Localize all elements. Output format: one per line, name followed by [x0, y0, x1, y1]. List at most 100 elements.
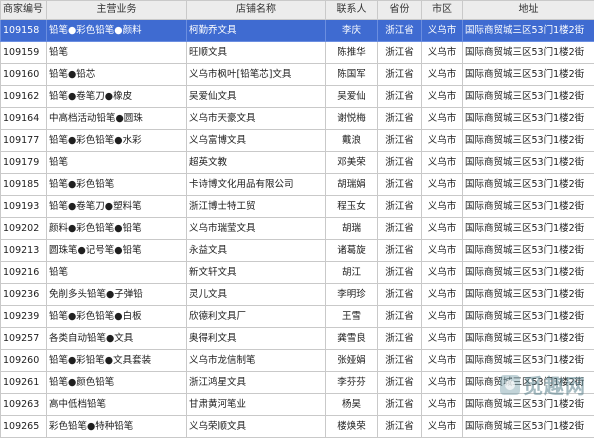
cell-address[interactable]: 国际商贸城三区53门1楼2街	[463, 350, 594, 372]
cell-business[interactable]: 各类自动铅笔●文具	[47, 328, 187, 350]
cell-city[interactable]: 义乌市	[422, 350, 463, 372]
cell-province[interactable]: 浙江省	[378, 20, 422, 42]
cell-shop[interactable]: 吴爱仙文具	[187, 86, 326, 108]
cell-city[interactable]: 义乌市	[422, 218, 463, 240]
cell-city[interactable]: 义乌市	[422, 42, 463, 64]
column-header[interactable]: 商家编号	[1, 1, 47, 20]
cell-province[interactable]: 浙江省	[378, 416, 422, 438]
column-header[interactable]: 省份	[378, 1, 422, 20]
cell-contact[interactable]: 李明珍	[326, 284, 378, 306]
cell-province[interactable]: 浙江省	[378, 86, 422, 108]
cell-province[interactable]: 浙江省	[378, 196, 422, 218]
cell-contact[interactable]: 李芬芬	[326, 372, 378, 394]
cell-id[interactable]: 109261	[1, 372, 47, 394]
cell-id[interactable]: 109260	[1, 350, 47, 372]
cell-shop[interactable]: 义乌市瑞莹文具	[187, 218, 326, 240]
table-row[interactable]: 109162铅笔●卷笔刀●橡皮吴爱仙文具吴爱仙浙江省义乌市国际商贸城三区53门1…	[1, 86, 594, 108]
cell-business[interactable]: 颜料●彩色铅笔●铅笔	[47, 218, 187, 240]
cell-province[interactable]: 浙江省	[378, 152, 422, 174]
cell-address[interactable]: 国际商贸城三区53门1楼2街	[463, 174, 594, 196]
cell-contact[interactable]: 李庆	[326, 20, 378, 42]
cell-shop[interactable]: 新文轩文具	[187, 262, 326, 284]
cell-business[interactable]: 铅笔●彩色铅笔●颜料	[47, 20, 187, 42]
column-header[interactable]: 市区	[422, 1, 463, 20]
cell-city[interactable]: 义乌市	[422, 64, 463, 86]
cell-id[interactable]: 109202	[1, 218, 47, 240]
cell-shop[interactable]: 浙江博士特工贸	[187, 196, 326, 218]
cell-shop[interactable]: 义乌市枫叶[铅笔芯]文具	[187, 64, 326, 86]
cell-id[interactable]: 109164	[1, 108, 47, 130]
cell-shop[interactable]: 卡诗博文化用品有限公司	[187, 174, 326, 196]
cell-address[interactable]: 国际商贸城三区53门1楼2街	[463, 152, 594, 174]
cell-contact[interactable]: 胡江	[326, 262, 378, 284]
cell-business[interactable]: 铅笔●彩色铅笔●水彩	[47, 130, 187, 152]
cell-id[interactable]: 109193	[1, 196, 47, 218]
cell-address[interactable]: 国际商贸城三区53门1楼2街	[463, 108, 594, 130]
cell-id[interactable]: 109265	[1, 416, 47, 438]
cell-province[interactable]: 浙江省	[378, 42, 422, 64]
cell-province[interactable]: 浙江省	[378, 130, 422, 152]
cell-contact[interactable]: 龚雪良	[326, 328, 378, 350]
cell-contact[interactable]: 陈推华	[326, 42, 378, 64]
cell-city[interactable]: 义乌市	[422, 306, 463, 328]
table-row[interactable]: 109179铅笔超英文教邓美荣浙江省义乌市国际商贸城三区53门1楼2街	[1, 152, 594, 174]
table-row[interactable]: 109159铅笔旺顺文具陈推华浙江省义乌市国际商贸城三区53门1楼2街	[1, 42, 594, 64]
cell-city[interactable]: 义乌市	[422, 108, 463, 130]
cell-contact[interactable]: 楼焕荣	[326, 416, 378, 438]
cell-business[interactable]: 免削多头铅笔●子弹铅	[47, 284, 187, 306]
table-row[interactable]: 109193铅笔●卷笔刀●塑料笔浙江博士特工贸程玉女浙江省义乌市国际商贸城三区5…	[1, 196, 594, 218]
table-row[interactable]: 109260铅笔●彩铅笔●文具套装义乌市龙信制笔张娅娟浙江省义乌市国际商贸城三区…	[1, 350, 594, 372]
cell-id[interactable]: 109239	[1, 306, 47, 328]
cell-shop[interactable]: 义乌市天豪文具	[187, 108, 326, 130]
table-row[interactable]: 109177铅笔●彩色铅笔●水彩义乌富博文具戴浪浙江省义乌市国际商贸城三区53门…	[1, 130, 594, 152]
cell-business[interactable]: 铅笔●彩色铅笔	[47, 174, 187, 196]
column-header[interactable]: 联系人	[326, 1, 378, 20]
cell-id[interactable]: 109216	[1, 262, 47, 284]
cell-business[interactable]: 彩色铅笔●特种铅笔	[47, 416, 187, 438]
cell-province[interactable]: 浙江省	[378, 262, 422, 284]
table-row[interactable]: 109216铅笔新文轩文具胡江浙江省义乌市国际商贸城三区53门1楼2街	[1, 262, 594, 284]
cell-province[interactable]: 浙江省	[378, 218, 422, 240]
cell-address[interactable]: 国际商贸城三区53门1楼2街	[463, 196, 594, 218]
cell-province[interactable]: 浙江省	[378, 174, 422, 196]
cell-shop[interactable]: 义乌市龙信制笔	[187, 350, 326, 372]
cell-contact[interactable]: 程玉女	[326, 196, 378, 218]
cell-business[interactable]: 铅笔	[47, 262, 187, 284]
cell-contact[interactable]: 陈国军	[326, 64, 378, 86]
cell-province[interactable]: 浙江省	[378, 350, 422, 372]
cell-address[interactable]: 国际商贸城三区53门1楼2街	[463, 86, 594, 108]
cell-province[interactable]: 浙江省	[378, 306, 422, 328]
cell-shop[interactable]: 灵儿文具	[187, 284, 326, 306]
cell-city[interactable]: 义乌市	[422, 20, 463, 42]
table-row[interactable]: 109202颜料●彩色铅笔●铅笔义乌市瑞莹文具胡瑞浙江省义乌市国际商贸城三区53…	[1, 218, 594, 240]
cell-shop[interactable]: 浙江鸿星文具	[187, 372, 326, 394]
cell-contact[interactable]: 邓美荣	[326, 152, 378, 174]
table-row[interactable]: 109257各类自动铅笔●文具奥得利文具龚雪良浙江省义乌市国际商贸城三区53门1…	[1, 328, 594, 350]
cell-city[interactable]: 义乌市	[422, 262, 463, 284]
cell-city[interactable]: 义乌市	[422, 284, 463, 306]
cell-contact[interactable]: 谢悦梅	[326, 108, 378, 130]
cell-id[interactable]: 109162	[1, 86, 47, 108]
cell-business[interactable]: 铅笔●颜色铅笔	[47, 372, 187, 394]
cell-contact[interactable]: 王雪	[326, 306, 378, 328]
cell-city[interactable]: 义乌市	[422, 152, 463, 174]
cell-shop[interactable]: 永益文具	[187, 240, 326, 262]
cell-city[interactable]: 义乌市	[422, 328, 463, 350]
cell-business[interactable]: 铅笔	[47, 42, 187, 64]
cell-city[interactable]: 义乌市	[422, 196, 463, 218]
cell-city[interactable]: 义乌市	[422, 130, 463, 152]
cell-business[interactable]: 圆珠笔●记号笔●铅笔	[47, 240, 187, 262]
cell-shop[interactable]: 义乌荣顺文具	[187, 416, 326, 438]
cell-id[interactable]: 109160	[1, 64, 47, 86]
cell-business[interactable]: 铅笔	[47, 152, 187, 174]
cell-city[interactable]: 义乌市	[422, 86, 463, 108]
cell-business[interactable]: 铅笔●卷笔刀●橡皮	[47, 86, 187, 108]
cell-address[interactable]: 国际商贸城三区53门1楼2街	[463, 240, 594, 262]
cell-shop[interactable]: 柯勤乔文具	[187, 20, 326, 42]
cell-address[interactable]: 国际商贸城三区53门1楼2街	[463, 20, 594, 42]
cell-province[interactable]: 浙江省	[378, 64, 422, 86]
table-row[interactable]: 109185铅笔●彩色铅笔卡诗博文化用品有限公司胡瑞娟浙江省义乌市国际商贸城三区…	[1, 174, 594, 196]
cell-address[interactable]: 国际商贸城三区53门1楼2街	[463, 130, 594, 152]
cell-address[interactable]: 国际商贸城三区53门1楼2街	[463, 306, 594, 328]
table-row[interactable]: 109213圆珠笔●记号笔●铅笔永益文具诸葛旋浙江省义乌市国际商贸城三区53门1…	[1, 240, 594, 262]
